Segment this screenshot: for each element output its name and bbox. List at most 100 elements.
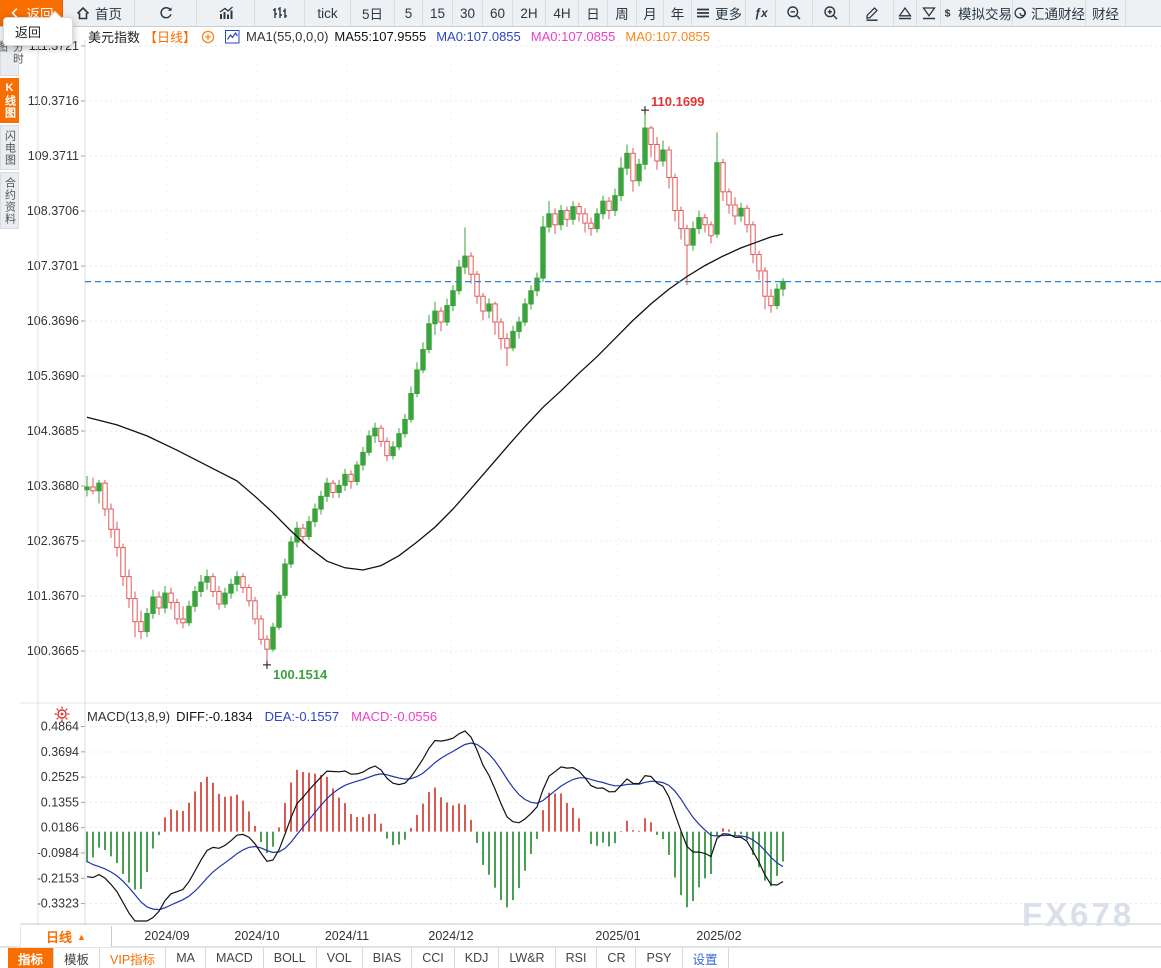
indicator-tab-BOLL[interactable]: BOLL: [264, 948, 317, 968]
candle-body: [97, 483, 101, 491]
macd-tick-label: 0.0186: [41, 821, 79, 835]
toolbar-sim-trading-button[interactable]: $模拟交易: [941, 0, 1013, 26]
toolbar-interval-1w-button[interactable]: 周: [608, 0, 637, 26]
candle-body: [607, 201, 611, 210]
candle-body: [421, 350, 425, 370]
toolbar-interval-5m-button[interactable]: 5: [395, 0, 423, 26]
x-axis-label: 2024/11: [325, 929, 369, 943]
toolbar-interval-5d-button[interactable]: 5日: [351, 0, 395, 26]
toolbar-interval-1y-button[interactable]: 年: [664, 0, 692, 26]
candle-body: [667, 150, 671, 177]
toolbar-interval-1mo-button[interactable]: 月: [637, 0, 664, 26]
price-tick-label: 105.3690: [27, 369, 79, 383]
plus-circle-icon[interactable]: [201, 30, 215, 44]
candle-body: [253, 601, 257, 619]
indicator-tab-BIAS[interactable]: BIAS: [363, 948, 413, 968]
candle-body: [91, 487, 95, 491]
sidebar-tab-4[interactable]: 合约资料: [0, 172, 19, 229]
candle-body: [685, 229, 689, 245]
candle-body: [751, 225, 755, 255]
indicator-tab-MACD[interactable]: MACD: [206, 948, 264, 968]
macd-macd-value: MACD:-0.0556: [351, 709, 437, 724]
chart-type-sidebar: 分时图K线图闪电图合约资料: [0, 27, 20, 955]
toolbar-refresh-button[interactable]: [135, 0, 197, 26]
ma0-value-blue: MA0:107.0855: [436, 29, 521, 44]
candle-body: [109, 509, 113, 529]
candle-body: [229, 584, 233, 593]
candle-body: [247, 588, 251, 601]
toolbar-zoom-out-button[interactable]: [776, 0, 813, 26]
toolbar-interval-4h-button[interactable]: 4H: [546, 0, 579, 26]
candle-body: [547, 214, 551, 227]
toolbar-interval-5m-label: 5: [405, 6, 413, 21]
indicator-tab-VOL[interactable]: VOL: [317, 948, 363, 968]
toolbar-chart-style-ohlc-button[interactable]: [255, 0, 305, 26]
indicator-tab-RSI[interactable]: RSI: [556, 948, 598, 968]
toolbar-chart-style-bars-button[interactable]: [197, 0, 255, 26]
candle-body: [673, 177, 677, 210]
candle-body: [241, 577, 245, 588]
indicator-tab-KDJ[interactable]: KDJ: [455, 948, 500, 968]
candle-body: [745, 208, 749, 224]
candle-body: [649, 128, 653, 144]
zoom-out-icon: [786, 5, 802, 21]
toolbar-interval-1y-label: 年: [671, 3, 685, 23]
indicator-tab-CR[interactable]: CR: [597, 948, 636, 968]
candle-body: [205, 577, 209, 582]
indicator-tab-VIP指标[interactable]: VIP指标: [100, 948, 166, 968]
ma0-value-magenta: MA0:107.0855: [531, 29, 616, 44]
candle-body: [625, 153, 629, 168]
period-selector[interactable]: 日线 ▲: [20, 926, 112, 947]
toolbar-interval-1d-button[interactable]: 日: [579, 0, 608, 26]
toolbar-shape-down-button[interactable]: [917, 0, 941, 26]
indicator-tab-LW&R[interactable]: LW&R: [499, 948, 555, 968]
refresh-icon: [158, 5, 174, 21]
candle-body: [223, 593, 227, 604]
candle-body: [727, 192, 731, 205]
indicator-tab-PSY[interactable]: PSY: [636, 948, 682, 968]
indicator-tab-设置[interactable]: 设置: [683, 948, 729, 968]
toolbar-home-button[interactable]: 首页: [63, 0, 135, 26]
candle-body: [571, 207, 575, 220]
toolbar-interval-tick-button[interactable]: tick: [305, 0, 351, 26]
toolbar-interval-15m-button[interactable]: 15: [423, 0, 453, 26]
macd-dea-value: DEA:-0.1557: [265, 709, 339, 724]
price-tick-label: 100.3665: [27, 644, 79, 658]
mini-chart-icon[interactable]: [225, 30, 240, 44]
indicator-tab-MA[interactable]: MA: [166, 948, 206, 968]
toolbar-draw-button[interactable]: [850, 0, 894, 26]
toolbar-more-button[interactable]: 更多: [692, 0, 746, 26]
toolbar-fx-functions-button[interactable]: ƒx: [746, 0, 776, 26]
candle-body: [175, 602, 179, 618]
price-tick-label: 106.3696: [27, 314, 79, 328]
toolbar-shape-up-button[interactable]: [894, 0, 917, 26]
x-axis-label: 2025/01: [595, 929, 640, 943]
toolbar-zoom-in-button[interactable]: [813, 0, 850, 26]
candle-body: [733, 205, 737, 216]
sidebar-tab-3[interactable]: 闪电图: [0, 125, 19, 170]
indicator-tab-CCI[interactable]: CCI: [412, 948, 455, 968]
candle-body: [85, 487, 89, 490]
candle-body: [517, 322, 521, 331]
candle-body: [643, 128, 647, 164]
candle-body: [283, 564, 287, 595]
candle-body: [355, 465, 359, 481]
toolbar-finance-button[interactable]: 财经: [1086, 0, 1126, 26]
candle-body: [115, 529, 119, 547]
sidebar-tab-2[interactable]: K线图: [0, 78, 19, 123]
toolbar-interval-60m-button[interactable]: 60: [483, 0, 513, 26]
toolbar-fx678-news-button[interactable]: 汇通财经: [1013, 0, 1086, 26]
candle-body: [487, 304, 491, 311]
toolbar-interval-1w-label: 周: [615, 3, 629, 23]
toolbar-interval-30m-label: 30: [460, 6, 475, 21]
candle-body: [217, 591, 221, 604]
candle-body: [763, 271, 767, 296]
chart-canvas[interactable]: 111.3721110.3716109.3711108.3706107.3701…: [0, 0, 1161, 955]
indicator-tab-模板[interactable]: 模板: [54, 948, 100, 968]
back-tooltip: 返回: [3, 17, 73, 46]
toolbar-interval-2h-button[interactable]: 2H: [513, 0, 546, 26]
indicator-settings-icon[interactable]: [53, 705, 73, 725]
toolbar-interval-30m-button[interactable]: 30: [453, 0, 483, 26]
candle-body: [181, 619, 185, 623]
period-selector-label: 日线: [46, 927, 72, 946]
